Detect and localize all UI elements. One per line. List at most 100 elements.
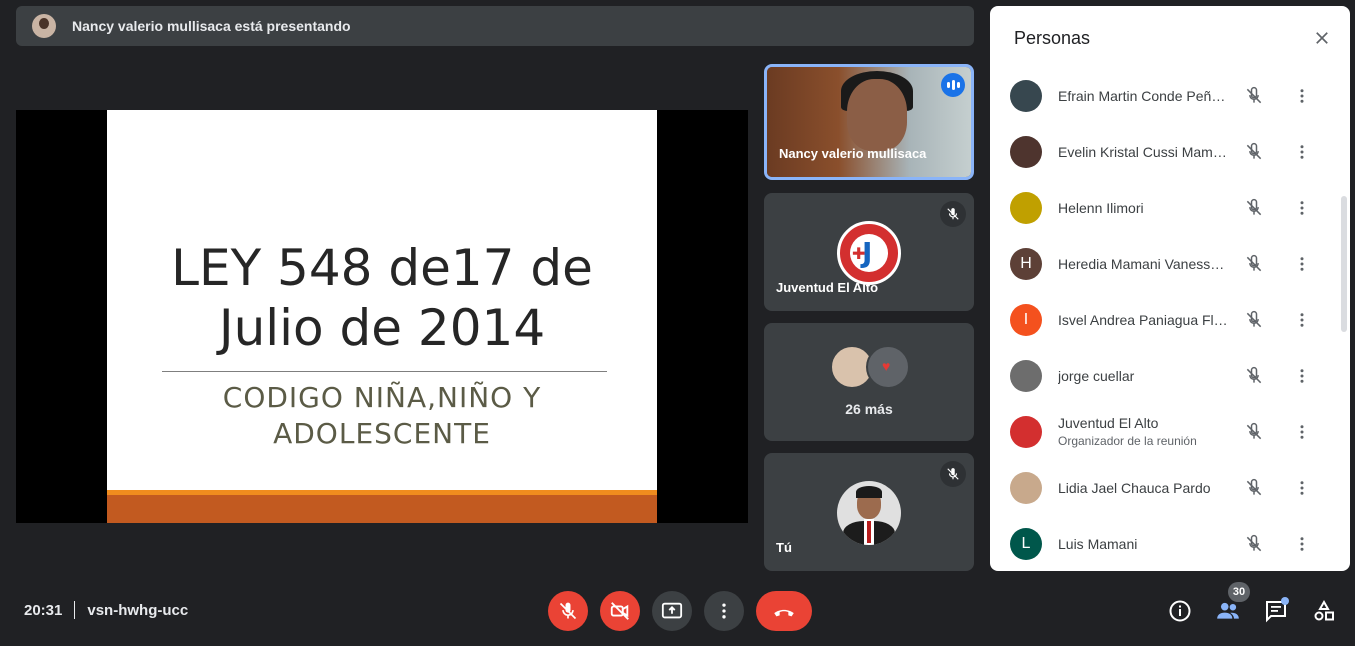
presenting-text: Nancy valerio mullisaca está presentando [72,18,351,34]
meeting-details-button[interactable] [1167,598,1193,624]
self-avatar [837,481,901,545]
meeting-info: 20:31 vsn-hwhg-ucc [24,601,188,619]
presenter-face [847,79,907,151]
presenter-avatar [32,14,56,38]
presenter-tile[interactable]: Nancy valerio mullisaca [764,64,974,180]
more-count: 26 más [845,401,893,417]
panel-title: Personas [1014,28,1091,48]
participant-row[interactable]: Lidia Jael Chauca Pardo [990,460,1340,516]
avatar [1010,80,1042,112]
more-options-button[interactable] [704,591,744,631]
slide-divider [162,371,607,372]
participant-name: Evelin Kristal Cussi Mamani [1058,144,1230,160]
avatar [866,345,910,389]
speaking-indicator-icon [941,73,965,97]
mic-off-icon [559,602,577,620]
participant-name: Juventud El Alto [1058,415,1159,431]
participant-name: jorge cuellar [1058,368,1135,384]
divider [74,601,76,619]
slide-subtitle: CODIGO NIÑA,NIÑO Y ADOLESCENTE [107,380,657,452]
self-tile[interactable]: Tú [764,453,974,571]
participant-name: Luis Mamani [1058,536,1138,552]
participant-menu-button[interactable] [1290,364,1314,388]
participant-name: Heredia Mamani Vanessa ... [1058,256,1230,272]
mic-off-icon[interactable] [1242,252,1266,276]
avatar [1010,360,1042,392]
participant-menu-button[interactable] [1290,308,1314,332]
leave-call-button[interactable] [756,591,812,631]
participant-row[interactable]: Efrain Martin Conde Peña... [990,68,1340,124]
participant-row[interactable]: Juventud El Alto Organizador de la reunió… [990,404,1340,460]
chat-notification-dot [1281,597,1289,605]
present-screen-icon [661,602,683,619]
self-name: Tú [776,540,792,555]
mic-off-icon[interactable] [1242,84,1266,108]
info-icon [1169,600,1191,622]
avatar: H [1010,248,1042,280]
slide-title-line-1: LEY 548 de17 de [171,239,593,297]
meeting-time: 20:31 [24,601,63,619]
people-count-badge: 30 [1228,582,1250,602]
participant-menu-button[interactable] [1290,196,1314,220]
people-panel: Personas Efrain Martin Conde Peña... Evel… [990,6,1350,571]
mic-off-icon [940,461,966,487]
meeting-code[interactable]: vsn-hwhg-ucc [87,602,188,619]
mic-off-icon[interactable] [1242,420,1266,444]
avatar [1010,192,1042,224]
participant-menu-button[interactable] [1290,532,1314,556]
close-panel-button[interactable] [1308,24,1336,52]
participant-name: Helenn Ilimori [1058,200,1144,216]
slide-footer-band [107,495,657,523]
participant-row[interactable]: L Luis Mamani [990,516,1340,571]
mic-off-icon[interactable] [1242,476,1266,500]
mic-off-icon[interactable] [1242,140,1266,164]
participant-name: Efrain Martin Conde Peña... [1058,88,1230,104]
avatar [1010,472,1042,504]
hang-up-icon [774,609,794,617]
present-button[interactable] [652,591,692,631]
close-icon [1316,32,1328,44]
mic-off-icon [940,201,966,227]
activities-button[interactable] [1311,598,1337,624]
participant-menu-button[interactable] [1290,84,1314,108]
participant-name: Isvel Andrea Paniagua Flo... [1058,312,1230,328]
avatar [1010,416,1042,448]
participant-row[interactable]: Helenn Ilimori [990,180,1340,236]
camera-toggle-button[interactable] [600,591,640,631]
participant-menu-button[interactable] [1290,252,1314,276]
avatar-stack [830,345,912,389]
presenting-banner: Nancy valerio mullisaca está presentando [16,6,974,46]
participant-list: Efrain Martin Conde Peña... Evelin Krista… [990,68,1340,571]
participant-menu-button[interactable] [1290,476,1314,500]
panel-scrollbar[interactable] [1341,196,1347,332]
slide-subtitle-line-1: CODIGO NIÑA,NIÑO Y [222,381,542,414]
slide-title-line-2: Julio de 2014 [218,299,546,357]
mic-off-icon[interactable] [1242,532,1266,556]
slide-subtitle-line-2: ADOLESCENTE [273,417,491,450]
more-participants-tile[interactable]: 26 más [764,323,974,441]
participant-role: Organizador de la reunión [1058,434,1197,448]
participant-menu-button[interactable] [1290,420,1314,444]
participant-row[interactable]: I Isvel Andrea Paniagua Flo... [990,292,1340,348]
participant-row[interactable]: H Heredia Mamani Vanessa ... [990,236,1340,292]
mic-off-icon[interactable] [1242,196,1266,220]
camera-off-icon [610,602,629,620]
avatar [1010,136,1042,168]
more-vert-icon [722,603,726,619]
participant-menu-button[interactable] [1290,140,1314,164]
mic-off-icon[interactable] [1242,308,1266,332]
slide-title: LEY 548 de17 de Julio de 2014 [107,238,657,358]
mic-toggle-button[interactable] [548,591,588,631]
presenter-name: Nancy valerio mullisaca [779,146,927,161]
org-logo: ✚ J [837,221,901,285]
activities-icon [1314,599,1334,621]
slide: LEY 548 de17 de Julio de 2014 CODIGO NIÑ… [107,110,657,523]
participant-row[interactable]: jorge cuellar [990,348,1340,404]
org-tile[interactable]: ✚ J Juventud El Alto [764,193,974,311]
org-name: Juventud El Alto [776,280,879,295]
participant-row[interactable]: Evelin Kristal Cussi Mamani [990,124,1340,180]
participant-name: Lidia Jael Chauca Pardo [1058,480,1211,496]
mic-off-icon[interactable] [1242,364,1266,388]
avatar: L [1010,528,1042,560]
presentation-stage: LEY 548 de17 de Julio de 2014 CODIGO NIÑ… [16,110,748,523]
